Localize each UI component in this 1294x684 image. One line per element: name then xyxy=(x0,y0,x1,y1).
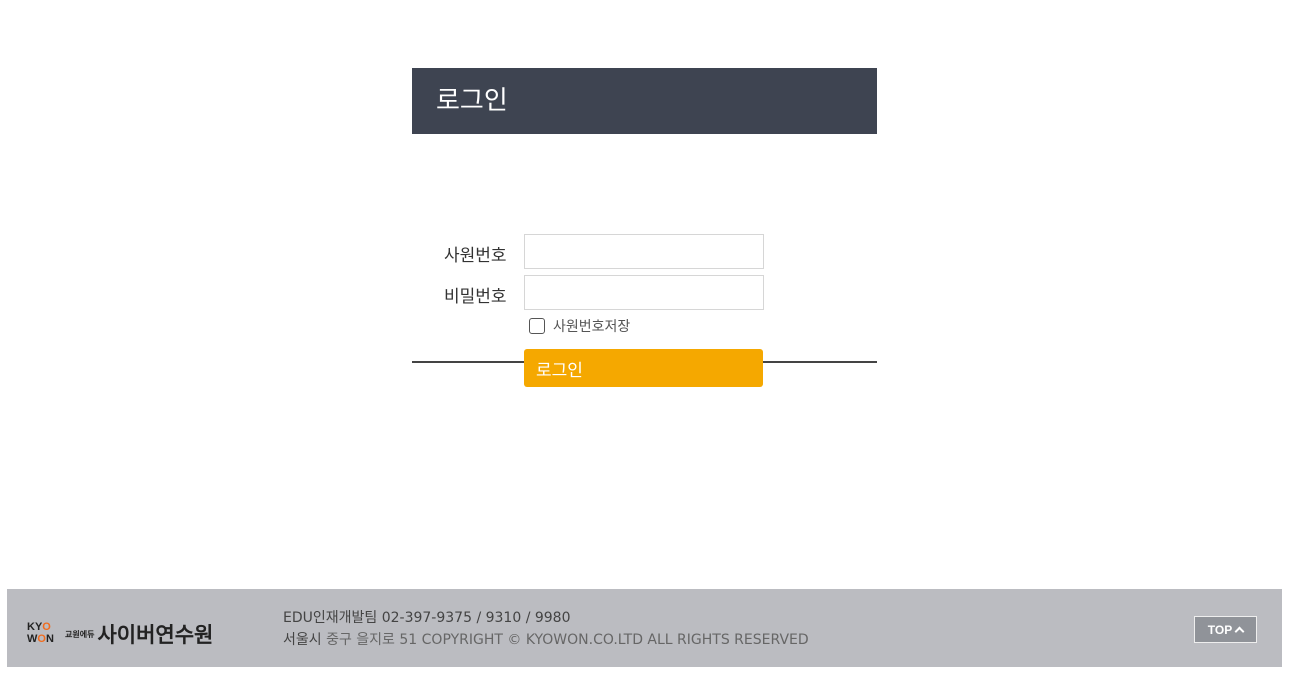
copyright-line: 서울시 중구 을지로 51 COPYRIGHT © KYOWON.CO.LTD … xyxy=(283,629,809,651)
logo-subtext: 교원에듀 xyxy=(65,629,95,639)
login-panel: 로그인 사원번호 비밀번호 사원번호저장 로그인 xyxy=(412,68,877,387)
login-button[interactable]: 로그인 xyxy=(524,349,763,387)
save-id-label[interactable]: 사원번호저장 xyxy=(553,316,630,336)
site-title: 사이버연수원 xyxy=(97,623,214,647)
scroll-top-button[interactable]: TOP xyxy=(1194,616,1257,643)
login-title: 로그인 xyxy=(412,68,877,134)
logo-text-o1: O xyxy=(42,621,51,633)
address-copyright: 중구 을지로 51 COPYRIGHT © KYOWON.CO.LTD ALL … xyxy=(321,632,809,648)
address-city: 서울시 xyxy=(283,632,322,648)
chevron-up-icon xyxy=(1234,626,1245,637)
employee-id-input[interactable] xyxy=(524,234,764,269)
password-input[interactable] xyxy=(524,275,764,310)
password-label: 비밀번호 xyxy=(444,287,507,307)
save-id-checkbox[interactable] xyxy=(529,318,545,334)
footer-info: EDU인재개발팀 02-397-9375 / 9310 / 9980 서울시 중… xyxy=(283,607,809,651)
employee-id-label: 사원번호 xyxy=(444,246,507,266)
contact-info: EDU인재개발팀 02-397-9375 / 9310 / 9980 xyxy=(283,610,571,626)
logo-text-ky: KY xyxy=(27,621,43,633)
login-form: 사원번호 비밀번호 사원번호저장 로그인 xyxy=(412,134,877,387)
footer: KYO WON 교원에듀 사이버연수원 EDU인재개발팀 02-397-9375… xyxy=(7,589,1282,667)
logo-text-o2: O xyxy=(37,633,46,645)
top-label: TOP xyxy=(1207,622,1233,637)
save-id-row[interactable]: 사원번호저장 xyxy=(529,316,630,336)
logo-mark: KYO WON xyxy=(27,621,65,647)
logo-text-n: N xyxy=(45,633,54,645)
logo-text-w: W xyxy=(27,633,38,645)
kyowon-logo: KYO WON 교원에듀 사이버연수원 xyxy=(27,619,213,649)
